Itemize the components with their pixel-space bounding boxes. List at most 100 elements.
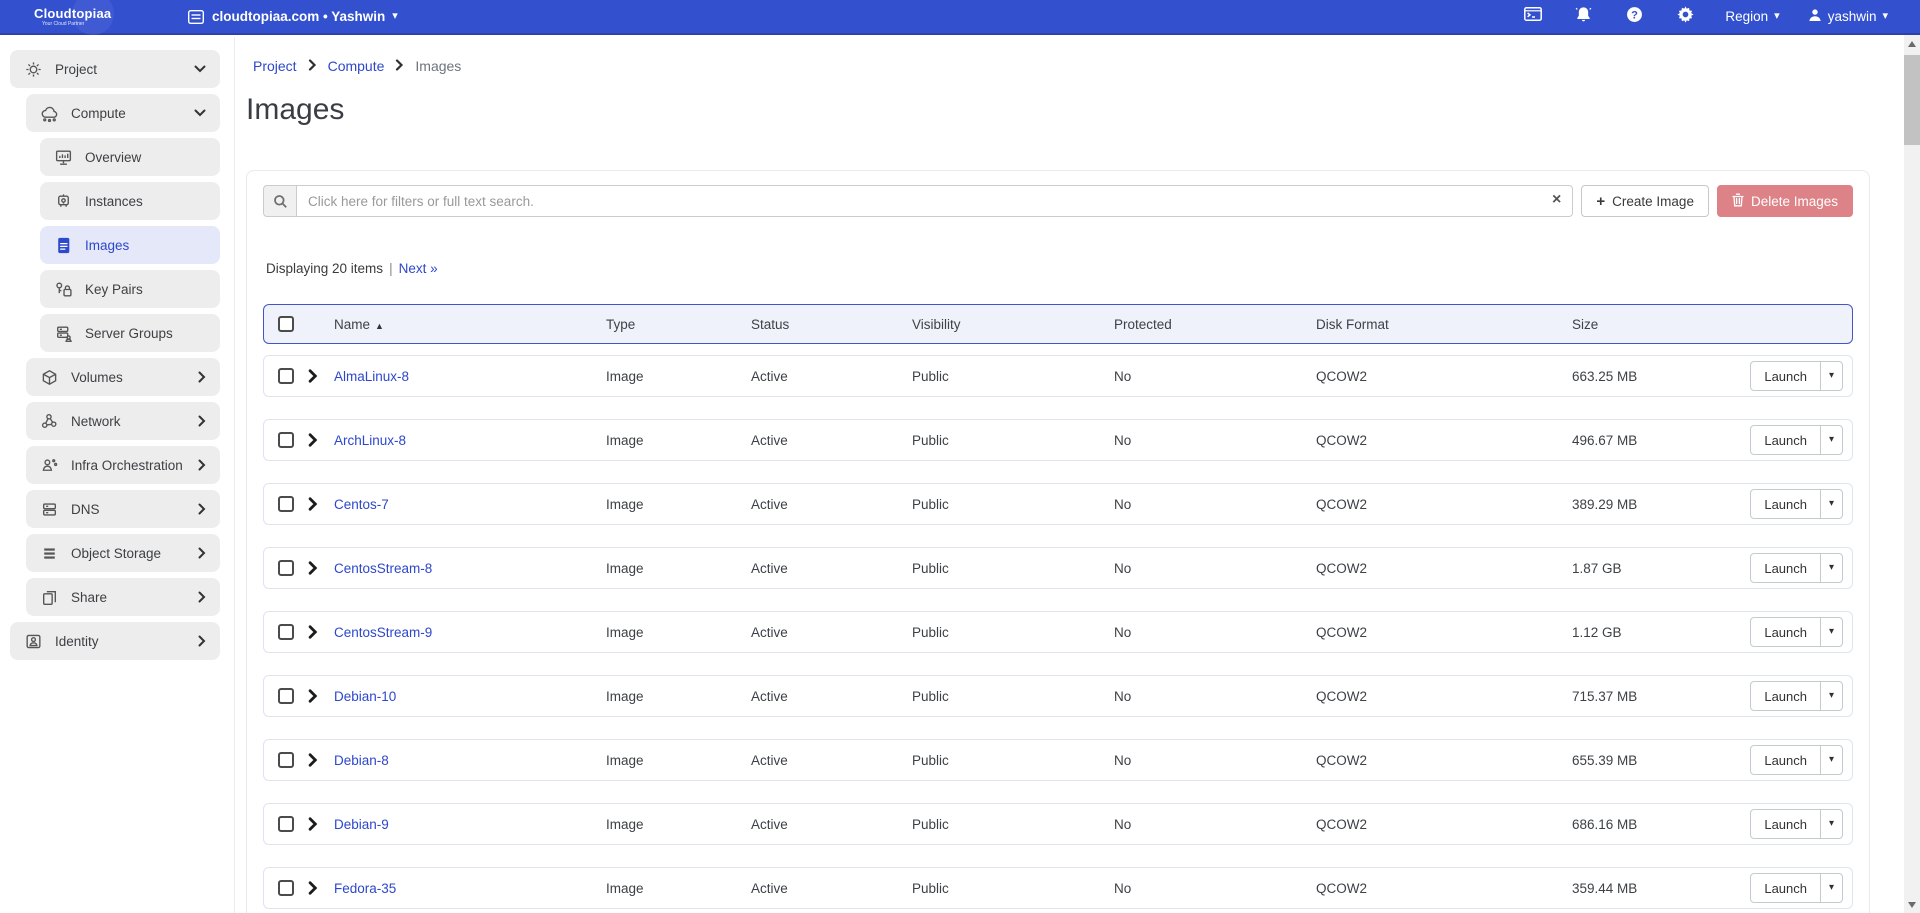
image-name-link[interactable]: AlmaLinux-8 — [334, 369, 606, 384]
delete-images-button[interactable]: Delete Images — [1717, 185, 1853, 217]
sidebar-item-label: Compute — [71, 106, 182, 121]
scrollbar-thumb[interactable] — [1904, 55, 1920, 145]
brand-logo[interactable]: Cloudtopiaa Your Cloud Partner — [34, 7, 164, 27]
server-groups-icon — [54, 324, 73, 343]
select-all-checkbox[interactable] — [278, 316, 294, 332]
scroll-up-arrow[interactable] — [1904, 35, 1920, 52]
image-name-link[interactable]: CentosStream-9 — [334, 625, 606, 640]
column-header-visibility[interactable]: Visibility — [912, 317, 1114, 332]
expand-row-icon[interactable] — [308, 817, 334, 831]
row-checkbox[interactable] — [278, 880, 294, 896]
expand-row-icon[interactable] — [308, 561, 334, 575]
launch-dropdown-button[interactable]: ▾ — [1820, 681, 1843, 711]
sidebar-item-project[interactable]: Project — [10, 50, 220, 88]
row-checkbox[interactable] — [278, 816, 294, 832]
expand-row-icon[interactable] — [308, 881, 334, 895]
caret-down-icon: ▾ — [1829, 755, 1834, 765]
breadcrumb-compute[interactable]: Compute — [328, 57, 385, 75]
sidebar-item-object-storage[interactable]: Object Storage — [26, 534, 220, 572]
create-image-label: Create Image — [1612, 194, 1694, 209]
launch-button[interactable]: Launch — [1750, 745, 1821, 775]
domain-project-switcher[interactable]: cloudtopiaa.com • Yashwin ▾ — [186, 7, 398, 26]
sidebar-item-server-groups[interactable]: Server Groups — [40, 314, 220, 352]
launch-button[interactable]: Launch — [1750, 425, 1821, 455]
row-checkbox[interactable] — [278, 496, 294, 512]
expand-row-icon[interactable] — [308, 689, 334, 703]
cell-disk-format: QCOW2 — [1316, 817, 1572, 832]
notifications-button[interactable] — [1558, 0, 1609, 34]
launch-dropdown-button[interactable]: ▾ — [1820, 553, 1843, 583]
launch-button[interactable]: Launch — [1750, 809, 1821, 839]
sidebar-item-key-pairs[interactable]: Key Pairs — [40, 270, 220, 308]
console-button[interactable] — [1507, 0, 1558, 34]
sidebar-item-overview[interactable]: Overview — [40, 138, 220, 176]
page-scrollbar[interactable] — [1904, 35, 1920, 913]
row-checkbox[interactable] — [278, 688, 294, 704]
search-input[interactable] — [296, 185, 1573, 217]
caret-down-icon: ▾ — [1829, 819, 1834, 829]
expand-row-icon[interactable] — [308, 497, 334, 511]
launch-button[interactable]: Launch — [1750, 489, 1821, 519]
column-header-type[interactable]: Type — [606, 317, 751, 332]
cell-size: 686.16 MB — [1572, 817, 1720, 832]
region-menu[interactable]: Region ▾ — [1711, 9, 1793, 24]
row-checkbox[interactable] — [278, 624, 294, 640]
image-name-link[interactable]: Fedora-35 — [334, 881, 606, 896]
sidebar-item-identity[interactable]: Identity — [10, 622, 220, 660]
launch-dropdown-button[interactable]: ▾ — [1820, 489, 1843, 519]
settings-button[interactable] — [1660, 0, 1711, 34]
cell-disk-format: QCOW2 — [1316, 497, 1572, 512]
cell-size: 655.39 MB — [1572, 753, 1720, 768]
column-header-disk-format[interactable]: Disk Format — [1316, 317, 1572, 332]
help-button[interactable]: ? — [1609, 0, 1660, 34]
expand-row-icon[interactable] — [308, 625, 334, 639]
image-name-link[interactable]: Debian-10 — [334, 689, 606, 704]
column-header-protected[interactable]: Protected — [1114, 317, 1316, 332]
launch-button[interactable]: Launch — [1750, 681, 1821, 711]
launch-dropdown-button[interactable]: ▾ — [1820, 809, 1843, 839]
image-name-link[interactable]: Debian-8 — [334, 753, 606, 768]
sidebar-item-volumes[interactable]: Volumes — [26, 358, 220, 396]
cell-visibility: Public — [912, 497, 1114, 512]
image-name-link[interactable]: Debian-9 — [334, 817, 606, 832]
breadcrumb-project[interactable]: Project — [253, 57, 297, 75]
next-page-link[interactable]: Next » — [399, 261, 438, 276]
expand-row-icon[interactable] — [308, 753, 334, 767]
image-name-link[interactable]: CentosStream-8 — [334, 561, 606, 576]
image-name-link[interactable]: Centos-7 — [334, 497, 606, 512]
row-checkbox[interactable] — [278, 560, 294, 576]
clear-search-icon[interactable]: × — [1552, 190, 1561, 210]
scroll-down-arrow[interactable] — [1904, 896, 1920, 913]
chevron-down-icon: ▾ — [1882, 11, 1888, 22]
launch-dropdown-button[interactable]: ▾ — [1820, 425, 1843, 455]
launch-dropdown-button[interactable]: ▾ — [1820, 617, 1843, 647]
cell-type: Image — [606, 433, 751, 448]
launch-dropdown-button[interactable]: ▾ — [1820, 745, 1843, 775]
column-header-name[interactable]: Name▲ — [334, 317, 606, 332]
sidebar-item-network[interactable]: Network — [26, 402, 220, 440]
launch-button[interactable]: Launch — [1750, 553, 1821, 583]
sidebar-item-infra-orchestration[interactable]: Infra Orchestration — [26, 446, 220, 484]
sidebar-item-images[interactable]: Images — [40, 226, 220, 264]
image-name-link[interactable]: ArchLinux-8 — [334, 433, 606, 448]
cell-size: 389.29 MB — [1572, 497, 1720, 512]
sidebar-item-share[interactable]: Share — [26, 578, 220, 616]
user-menu[interactable]: yashwin ▾ — [1794, 8, 1902, 25]
expand-row-icon[interactable] — [308, 369, 334, 383]
sidebar-item-dns[interactable]: DNS — [26, 490, 220, 528]
table-row: AlmaLinux-8 Image Active Public No QCOW2… — [263, 355, 1853, 397]
launch-button[interactable]: Launch — [1750, 361, 1821, 391]
column-header-status[interactable]: Status — [751, 317, 912, 332]
column-header-size[interactable]: Size — [1572, 317, 1720, 332]
row-checkbox[interactable] — [278, 752, 294, 768]
row-checkbox[interactable] — [278, 368, 294, 384]
sidebar-item-instances[interactable]: Instances — [40, 182, 220, 220]
expand-row-icon[interactable] — [308, 433, 334, 447]
launch-button[interactable]: Launch — [1750, 873, 1821, 903]
launch-button[interactable]: Launch — [1750, 617, 1821, 647]
sidebar-item-compute[interactable]: Compute — [26, 94, 220, 132]
row-checkbox[interactable] — [278, 432, 294, 448]
create-image-button[interactable]: + Create Image — [1581, 185, 1709, 217]
launch-dropdown-button[interactable]: ▾ — [1820, 361, 1843, 391]
launch-dropdown-button[interactable]: ▾ — [1820, 873, 1843, 903]
